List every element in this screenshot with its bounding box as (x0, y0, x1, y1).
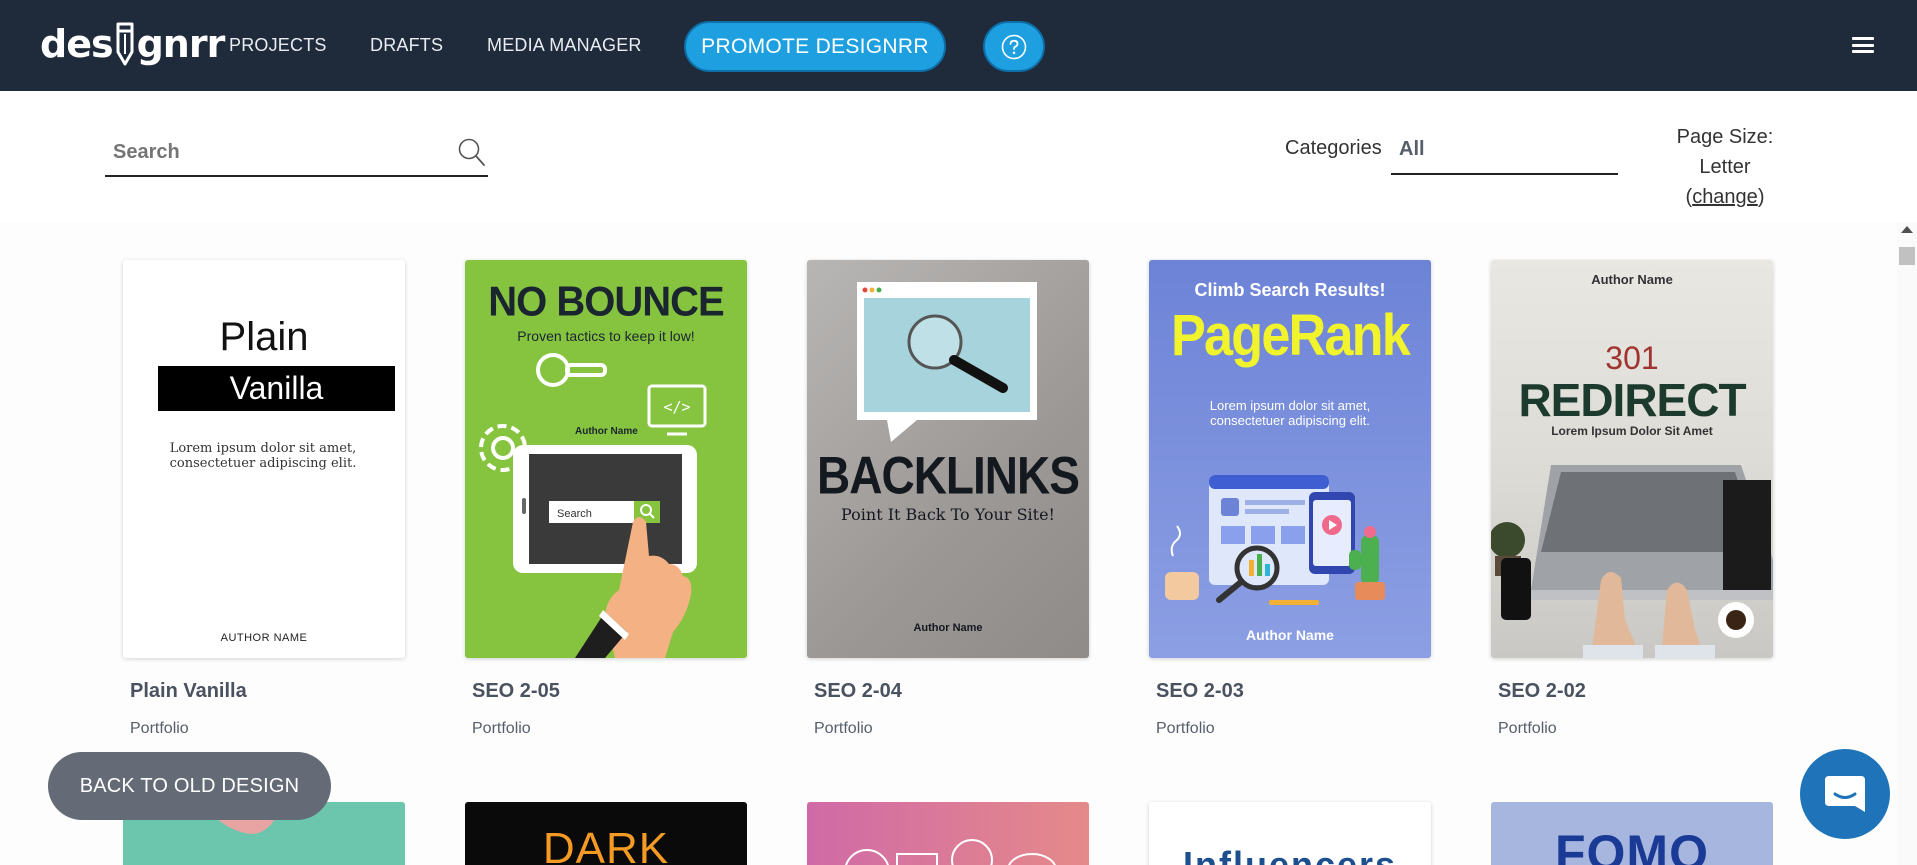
cover-author: Author Name (913, 622, 983, 634)
search-icon[interactable] (457, 136, 487, 168)
icons-illustration (845, 839, 1056, 865)
search-box (105, 130, 488, 177)
template-thumbnail[interactable]: Author Name 301 REDIRECT Lorem Ipsum Dol… (1491, 260, 1773, 658)
template-thumbnail[interactable]: Climb Search Results! PageRank Lorem ips… (1149, 260, 1431, 658)
template-thumbnail[interactable]: DARK (465, 802, 747, 865)
page-size-change-wrap: (change) (1685, 186, 1765, 208)
chat-bubble-icon (1825, 776, 1865, 812)
template-category: Portfolio (814, 720, 873, 737)
dashboard-illustration (1165, 475, 1385, 605)
scrollbar-thumb[interactable] (1899, 247, 1915, 265)
search-input[interactable] (113, 136, 443, 168)
template-category: Portfolio (1498, 720, 1557, 737)
cover-line2: Vanilla (158, 366, 395, 411)
designrr-logo[interactable]: des gnrr (40, 20, 226, 68)
template-thumbnail[interactable] (807, 802, 1089, 865)
template-title[interactable]: Plain Vanilla (130, 680, 247, 703)
cover-line1: Plain (219, 315, 309, 359)
help-button[interactable] (983, 21, 1045, 72)
logo-text-left: des (40, 22, 114, 66)
scrollbar[interactable] (1897, 222, 1917, 865)
cover-headline: FOMO (1555, 825, 1709, 865)
template-category: Portfolio (1156, 720, 1215, 737)
cover-headline: Influencers (1182, 844, 1398, 865)
cover-headline: DARK (542, 824, 670, 865)
template-category: Portfolio (472, 720, 531, 737)
chat-launcher-button[interactable] (1800, 749, 1890, 839)
promote-label: PROMOTE DESIGNRR (701, 34, 929, 58)
categories-label: Categories (1285, 137, 1382, 159)
page-size-info: Page Size: Letter (change) (1660, 122, 1790, 212)
top-navigation-bar: des gnrr PROJECTS DRAFTS MEDIA MANAGER P… (0, 0, 1917, 91)
old-design-label: BACK TO OLD DESIGN (79, 774, 300, 797)
nav-projects-link[interactable]: PROJECTS (229, 35, 327, 56)
pen-icon (116, 22, 134, 66)
question-circle-icon (1001, 34, 1027, 59)
template-title[interactable]: SEO 2-02 (1498, 680, 1586, 703)
promote-designrr-button[interactable]: PROMOTE DESIGNRR (684, 21, 946, 72)
nav-media-manager-link[interactable]: MEDIA MANAGER (487, 35, 642, 56)
template-category: Portfolio (130, 720, 189, 737)
nav-drafts-link[interactable]: DRAFTS (370, 35, 443, 56)
page-size-value: Letter (1699, 156, 1751, 178)
svg-text:</>: </> (663, 398, 690, 416)
scroll-up-arrow-icon[interactable] (1901, 226, 1913, 233)
logo-text-right: gnrr (136, 22, 226, 66)
tablet-illustration: </> (479, 353, 707, 658)
cover-search-text: Search (557, 508, 592, 520)
template-thumbnail[interactable]: NO BOUNCE Proven tactics to keep it low!… (465, 260, 747, 658)
template-title[interactable]: SEO 2-04 (814, 680, 902, 703)
template-title[interactable]: SEO 2-03 (1156, 680, 1244, 703)
cover-subtitle: Point It Back To Your Site! (841, 505, 1055, 524)
template-title[interactable]: SEO 2-05 (472, 680, 560, 703)
back-to-old-design-button[interactable]: BACK TO OLD DESIGN (48, 752, 331, 820)
cover-author: Author Name (1246, 627, 1334, 643)
template-thumbnail[interactable]: FOMO (1491, 802, 1773, 865)
categories-value: All (1399, 138, 1425, 160)
template-thumbnail[interactable]: Plain Vanilla Lorem ipsum dolor sit amet… (123, 260, 405, 658)
categories-select[interactable]: All (1391, 128, 1618, 175)
cover-headline: BACKLINKS (817, 445, 1080, 505)
template-thumbnail[interactable]: Influencers (1149, 802, 1431, 865)
cover-author: Author Name (575, 426, 638, 437)
page-size-change-link[interactable]: change (1692, 186, 1758, 208)
laptop-desk-illustration (1491, 465, 1773, 658)
hamburger-menu-icon[interactable] (1852, 35, 1874, 55)
cover-lorem: Lorem ipsum dolor sit amet, consectetuer… (169, 441, 357, 471)
cover-author: AUTHOR NAME (220, 632, 308, 644)
page-size-label: Page Size: (1676, 126, 1774, 148)
template-thumbnail[interactable]: BACKLINKS Point It Back To Your Site! Au… (807, 260, 1089, 658)
